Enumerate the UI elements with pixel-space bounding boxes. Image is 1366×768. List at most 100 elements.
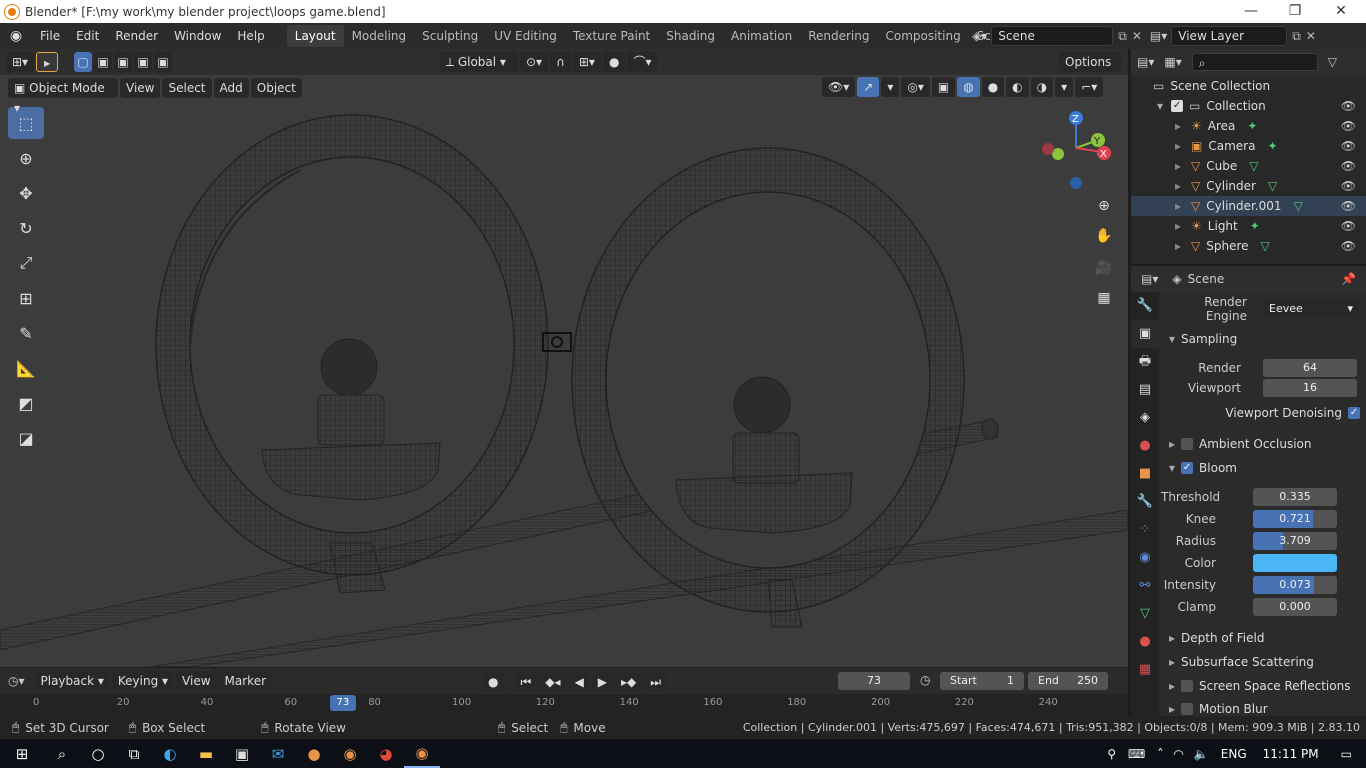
editor-type-button[interactable]: ⊞▾	[6, 52, 35, 72]
material-tab-icon[interactable]: ●	[1131, 628, 1159, 656]
object-data-icon[interactable]: ✦	[1247, 119, 1257, 133]
editor-split-icon[interactable]: ⌐▾	[1075, 77, 1104, 97]
stopwatch-icon[interactable]: ◷	[920, 673, 930, 687]
store-icon[interactable]: ▣	[224, 739, 260, 768]
select-box-tool-icon[interactable]: ▸	[36, 52, 59, 72]
play-reverse-icon[interactable]: ◀	[568, 672, 590, 692]
overlays-toggle-icon[interactable]: ◎▾	[901, 77, 930, 97]
blender-menu-icon[interactable]: ◉	[0, 28, 32, 44]
transform-orientation-dropdown[interactable]: ⟂ Global ▾	[440, 52, 518, 72]
select-mode-invert-icon[interactable]: ▣	[134, 52, 153, 72]
data-tab-icon[interactable]: ▽	[1131, 600, 1159, 628]
viewport-samples-field[interactable]: 16	[1263, 379, 1357, 397]
viewport-menu-select[interactable]: Select	[162, 77, 212, 98]
snap-target-dropdown[interactable]: ⊞▾	[572, 52, 601, 72]
people-icon[interactable]: ⚲	[1107, 747, 1116, 761]
wifi-icon[interactable]: ◠	[1173, 747, 1183, 761]
tool-tab-icon[interactable]: 🔧	[1131, 292, 1159, 320]
search-icon[interactable]: ⌕	[44, 739, 80, 768]
select-mode-intersect-icon[interactable]: ▣	[154, 52, 173, 72]
viewport-menu-add[interactable]: Add	[213, 77, 249, 98]
options-dropdown[interactable]: Options ▾	[1059, 52, 1121, 89]
ambient-occlusion-checkbox[interactable]	[1181, 438, 1194, 450]
proportional-edit-icon[interactable]: ●	[602, 52, 626, 72]
scene-tab-icon[interactable]: ◈	[1131, 404, 1159, 432]
object-data-icon[interactable]: ▽	[1268, 179, 1277, 193]
radius-slider[interactable]: 3.709	[1253, 532, 1337, 550]
measure-icon[interactable]: 📐	[8, 352, 44, 384]
snap-toggle-icon[interactable]: ∩	[550, 52, 571, 72]
expand-arrow-icon[interactable]: ▸	[1175, 139, 1181, 153]
select-mode-new-icon[interactable]: ▢	[74, 52, 93, 72]
viewport-menu-view[interactable]: View	[120, 77, 161, 98]
gizmo-dropdown-icon[interactable]: ▾	[881, 77, 900, 97]
clamp-field[interactable]: 0.000	[1253, 598, 1337, 616]
mode-dropdown[interactable]: ▣ Object Mode ▾	[8, 77, 118, 115]
transform-icon[interactable]: ⊞	[8, 282, 44, 314]
screen-space-reflections-panel-header[interactable]: ▸ Screen Space Reflections	[1161, 675, 1366, 697]
menu-window[interactable]: Window	[166, 23, 229, 49]
menu-edit[interactable]: Edit	[68, 23, 107, 49]
notifications-icon[interactable]: ▭	[1341, 747, 1352, 761]
shading-dropdown-icon[interactable]: ▾	[1055, 77, 1074, 97]
timeline-menu-marker[interactable]: Marker	[218, 671, 273, 691]
constraints-tab-icon[interactable]: ⚯	[1131, 572, 1159, 600]
minimize-button[interactable]: —	[1228, 0, 1274, 23]
ambient-occlusion-panel-header[interactable]: ▸ Ambient Occlusion	[1161, 433, 1366, 455]
move-icon[interactable]: ✥	[8, 177, 44, 209]
tab-shading[interactable]: Shading	[658, 25, 723, 47]
bloom-color-swatch[interactable]	[1253, 554, 1337, 572]
start-frame-field[interactable]: Start 1	[940, 672, 1024, 690]
blender-active-taskbar-icon[interactable]: ◉	[404, 739, 440, 768]
task-view-icon[interactable]: ⧉	[116, 739, 152, 768]
gizmo-toggle-icon[interactable]: ↗	[857, 77, 880, 97]
outliner-item[interactable]: ▸ ☀ Area ✦ 👁	[1131, 116, 1366, 136]
tab-layout[interactable]: Layout	[286, 25, 344, 47]
particles-tab-icon[interactable]: ⁘	[1131, 516, 1159, 544]
outliner-item[interactable]: ▸ ▽ Cylinder ▽ 👁	[1131, 176, 1366, 196]
tab-texture-paint[interactable]: Texture Paint	[565, 25, 658, 47]
shading-material-icon[interactable]: ◐	[1006, 77, 1029, 97]
outliner-item[interactable]: ▸ ▽ Sphere ▽ 👁	[1131, 236, 1366, 256]
eye-icon[interactable]: 👁	[1341, 239, 1356, 253]
timeline-menu-playback[interactable]: Playback ▾	[34, 671, 110, 691]
depth-of-field-panel-header[interactable]: ▸ Depth of Field	[1161, 627, 1366, 649]
maximize-button[interactable]: ❐	[1272, 0, 1318, 23]
cortana-icon[interactable]: ○	[80, 739, 116, 768]
ssr-checkbox[interactable]	[1181, 680, 1194, 692]
scene-selector[interactable]: Scene	[991, 26, 1114, 46]
menu-help[interactable]: Help	[229, 23, 272, 49]
close-button[interactable]: ✕	[1318, 0, 1364, 23]
sampling-panel-header[interactable]: ▾ Sampling	[1161, 328, 1366, 350]
knee-slider[interactable]: 0.721	[1253, 510, 1337, 528]
visibility-dropdown-icon[interactable]: 👁▾	[822, 77, 856, 97]
render-tab-icon[interactable]: ▣	[1131, 320, 1159, 348]
chevron-up-icon[interactable]: ˄	[1157, 747, 1163, 761]
end-frame-field[interactable]: End 250	[1028, 672, 1108, 690]
eye-icon[interactable]: 👁	[1341, 219, 1356, 233]
object-data-icon[interactable]: ▽	[1261, 239, 1270, 253]
intensity-slider[interactable]: 0.073	[1253, 576, 1337, 594]
bloom-panel-header[interactable]: ▾ ✓ Bloom	[1161, 457, 1366, 479]
view-layer-icon[interactable]: ▤▾	[1150, 29, 1167, 43]
subsurface-scattering-panel-header[interactable]: ▸ Subsurface Scattering	[1161, 651, 1366, 673]
new-view-layer-icon[interactable]: ⧉	[1292, 29, 1301, 44]
select-mode-subtract-icon[interactable]: ▣	[114, 52, 133, 72]
ime-icon[interactable]: ⌨	[1128, 747, 1145, 761]
eye-icon[interactable]: 👁	[1341, 179, 1356, 193]
new-scene-icon[interactable]: ⧉	[1118, 29, 1127, 44]
outliner-item[interactable]: ▸ ☀ Light ✦ 👁	[1131, 216, 1366, 236]
edge-icon[interactable]: ◐	[152, 739, 188, 768]
windows-start-icon[interactable]: ⊞	[0, 739, 44, 768]
eye-icon[interactable]: 👁	[1341, 199, 1356, 213]
object-data-icon[interactable]: ▽	[1294, 199, 1303, 213]
zoom-icon[interactable]: ⊕	[1092, 194, 1116, 218]
scale-icon[interactable]: ⤢	[8, 247, 44, 279]
playhead[interactable]: 73	[329, 695, 356, 711]
expand-arrow-icon[interactable]: ▸	[1175, 179, 1181, 193]
tab-compositing[interactable]: Compositing	[877, 25, 968, 47]
camera-view-icon[interactable]: 🎥	[1092, 256, 1116, 280]
next-keyframe-icon[interactable]: ▸◆	[615, 672, 643, 692]
outliner-item[interactable]: ▸ ▽ Cylinder.001 ▽ 👁	[1131, 196, 1366, 216]
properties-editor-icon[interactable]: ▤▾	[1141, 272, 1158, 286]
